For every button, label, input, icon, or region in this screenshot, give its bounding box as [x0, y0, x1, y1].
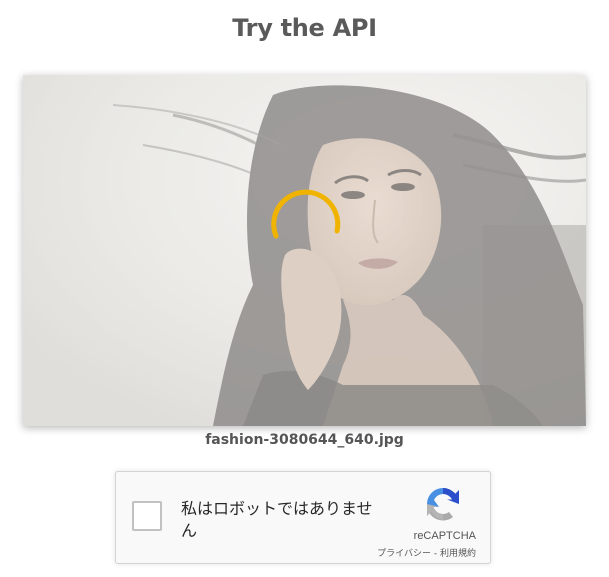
page-title: Try the API	[232, 14, 377, 42]
recaptcha-logo-icon	[426, 488, 459, 521]
recaptcha-widget: 私はロボットではありません reCAPTCHA プライバシー - 利用規約	[115, 471, 491, 564]
recaptcha-label: 私はロボットではありません	[181, 499, 373, 540]
recaptcha-links: プライバシー - 利用規約	[377, 546, 476, 559]
privacy-link[interactable]: プライバシー	[377, 549, 431, 559]
recaptcha-checkbox[interactable]	[132, 501, 162, 531]
links-separator: -	[431, 549, 440, 559]
loading-spinner-icon	[271, 189, 341, 239]
image-filename: fashion-3080644_640.jpg	[205, 432, 404, 448]
terms-link[interactable]: 利用規約	[440, 549, 476, 559]
recaptcha-brand: reCAPTCHA	[413, 530, 476, 542]
preview-image	[23, 75, 586, 426]
